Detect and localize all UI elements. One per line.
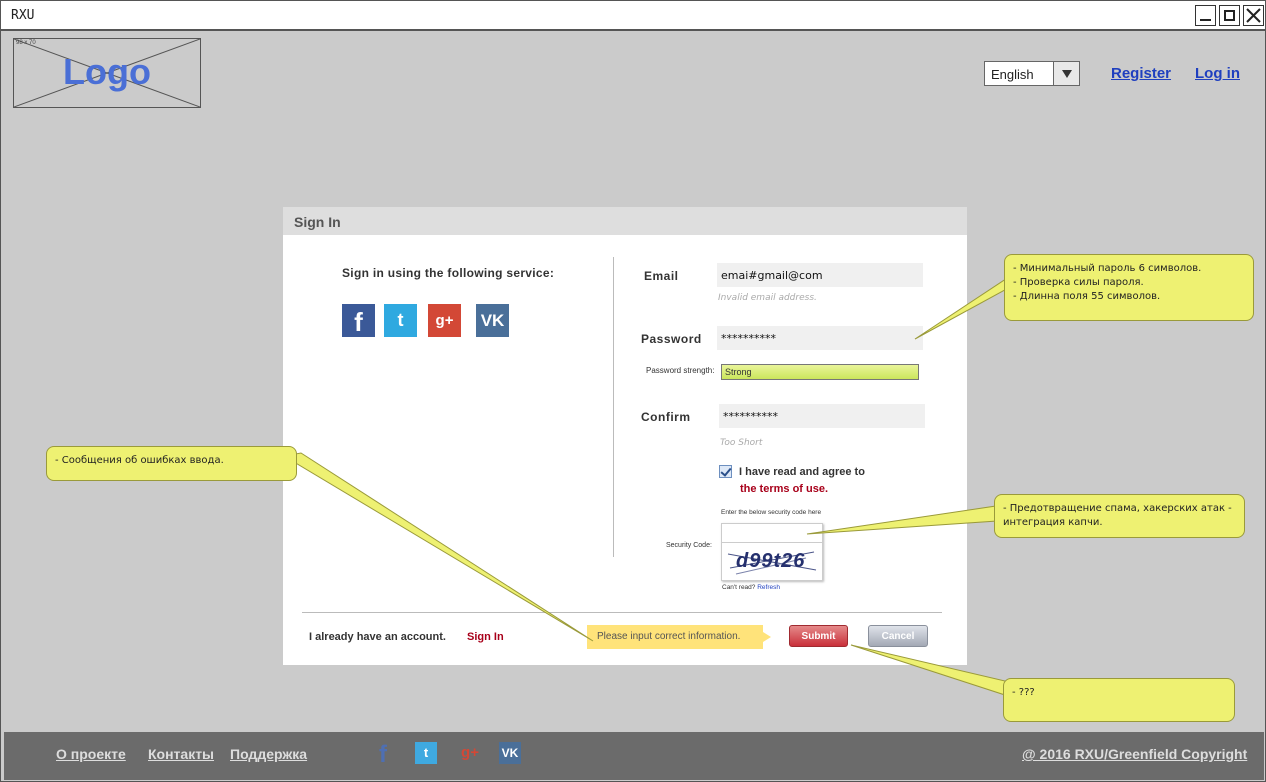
title-bar: RXU <box>1 1 1265 31</box>
language-select[interactable]: English <box>984 61 1080 86</box>
have-account-text: I already have an account. <box>309 631 446 643</box>
sign-in-link[interactable]: Sign In <box>467 631 504 643</box>
maximize-button[interactable] <box>1219 5 1240 26</box>
password-input[interactable] <box>717 326 923 350</box>
horizontal-divider <box>302 612 942 613</box>
email-error: Invalid email address. <box>718 293 817 303</box>
close-button[interactable] <box>1243 5 1264 26</box>
note-captcha: - Предотвращение спама, хакерских атак -… <box>994 494 1245 538</box>
cancel-button[interactable]: Cancel <box>868 625 928 647</box>
note-line: - Предотвращение спама, хакерских атак - <box>1003 503 1232 514</box>
security-code-label: Security Code: <box>666 542 712 549</box>
dialog-title: Sign In <box>294 214 341 230</box>
email-input[interactable] <box>717 263 923 287</box>
security-code-divider <box>722 542 822 543</box>
note-line: - Длинна поля 55 символов. <box>1013 291 1161 302</box>
security-hint: Enter the below security code here <box>721 509 822 516</box>
captcha-image: d99t26 <box>736 550 806 572</box>
submit-button[interactable]: Submit <box>789 625 848 647</box>
logo-size-hint: 98 x 70 <box>16 40 36 46</box>
language-selected: English <box>991 67 1034 82</box>
footer-link-support[interactable]: Поддержка <box>230 746 307 762</box>
note-errors: - Сообщения об ошибках ввода. <box>46 446 297 481</box>
agree-checkbox[interactable] <box>719 465 732 478</box>
footer-facebook-icon[interactable]: f <box>372 742 394 768</box>
footer-link-contacts[interactable]: Контакты <box>148 746 214 762</box>
security-code-field[interactable]: d99t26 <box>721 523 823 581</box>
page-footer: О проекте Контакты Поддержка f t g+ VK @… <box>4 732 1264 780</box>
footer-twitter-icon[interactable]: t <box>415 742 437 764</box>
terms-link[interactable]: the terms of use. <box>740 483 828 495</box>
window-title: RXU <box>11 8 35 23</box>
captcha-refresh-link[interactable]: Refresh <box>757 584 780 591</box>
note-line: - Сообщения об ошибках ввода. <box>55 455 224 466</box>
logo-placeholder: 98 x 70 Logo <box>13 38 201 108</box>
confirm-error: Too Short <box>720 438 763 448</box>
note-password: - Минимальный пароль 6 символов. - Прове… <box>1004 254 1254 321</box>
dialog-header: Sign In <box>283 207 967 235</box>
confirm-label: Confirm <box>641 410 691 424</box>
chevron-down-icon[interactable] <box>1053 62 1079 85</box>
email-label: Email <box>644 269 679 283</box>
footer-google-plus-icon[interactable]: g+ <box>459 742 481 764</box>
footer-link-about[interactable]: О проекте <box>56 746 126 762</box>
confirm-password-input[interactable] <box>719 404 925 428</box>
password-label: Password <box>641 332 702 346</box>
note-line: - Проверка силы пароля. <box>1013 277 1144 288</box>
copyright-link[interactable]: @ 2016 RXU/Greenfield Copyright <box>1022 746 1247 762</box>
password-strength-value: Strong <box>725 367 752 377</box>
password-strength-meter: Strong <box>721 364 919 380</box>
note-line: - ??? <box>1012 687 1035 698</box>
note-submit: - ??? <box>1003 678 1235 722</box>
cant-read-text: Can't read? <box>722 584 756 591</box>
login-link[interactable]: Log in <box>1195 65 1240 82</box>
register-link[interactable]: Register <box>1111 65 1171 82</box>
logo-text: Logo <box>63 51 151 92</box>
captcha-cant-read: Can't read? Refresh <box>722 584 780 591</box>
vk-icon[interactable]: VK <box>476 304 509 337</box>
browser-window: RXU 98 x 70 Logo English Register Log in… <box>0 0 1266 782</box>
note-line: интеграция капчи. <box>1003 517 1103 528</box>
facebook-icon[interactable]: f <box>342 304 375 337</box>
error-tooltip: Please input correct information. <box>587 625 771 649</box>
footer-vk-icon[interactable]: VK <box>499 742 521 764</box>
minimize-button[interactable] <box>1195 5 1216 26</box>
twitter-icon[interactable]: t <box>384 304 417 337</box>
google-plus-icon[interactable]: g+ <box>428 304 461 337</box>
services-label: Sign in using the following service: <box>342 266 555 280</box>
close-icon <box>1246 8 1261 23</box>
note-line: - Минимальный пароль 6 символов. <box>1013 263 1202 274</box>
password-strength-label: Password strength: <box>646 366 715 375</box>
sign-in-dialog: Sign In Sign in using the following serv… <box>283 207 967 665</box>
agree-text: I have read and agree to <box>739 466 865 478</box>
vertical-divider <box>613 257 614 557</box>
